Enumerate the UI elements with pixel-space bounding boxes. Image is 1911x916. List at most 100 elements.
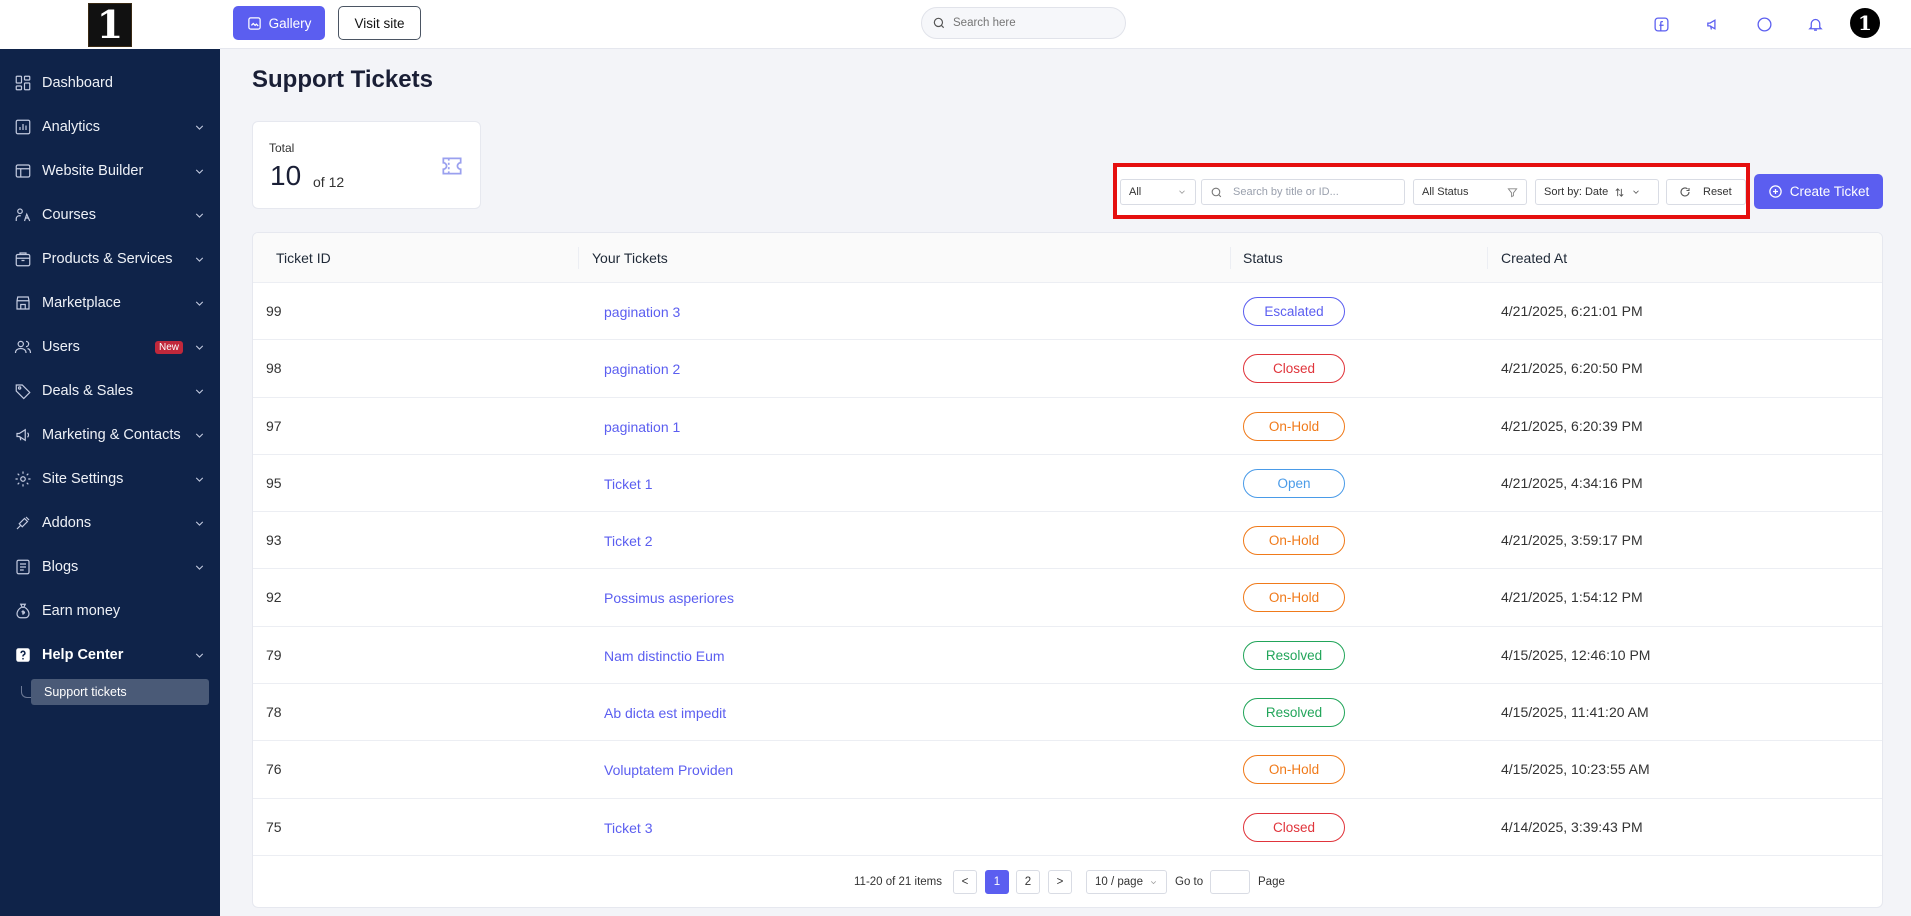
ticket-title-link[interactable]: Ticket 1 — [604, 476, 653, 492]
status-badge: Open — [1243, 468, 1345, 498]
sidebar-item-analytics[interactable]: Analytics — [0, 105, 220, 149]
sidebar-item-site-settings[interactable]: Site Settings — [0, 457, 220, 501]
ticket-title-link[interactable]: Ticket 3 — [604, 820, 653, 836]
megaphone-icon[interactable] — [1698, 9, 1728, 39]
type-select[interactable]: All — [1120, 179, 1196, 205]
chevron-down-icon[interactable] — [192, 296, 206, 310]
sidebar-subitem-support-tickets[interactable]: Support tickets — [31, 679, 209, 705]
page-button-1[interactable]: 1 — [985, 870, 1009, 894]
created-at: 4/21/2025, 1:54:12 PM — [1501, 589, 1643, 606]
sidebar-item-products-services[interactable]: Products & Services — [0, 237, 220, 281]
ticket-id: 99 — [266, 303, 282, 319]
header-status[interactable]: Status — [1243, 250, 1283, 266]
status-badge: On-Hold — [1243, 411, 1345, 441]
table-row: 95 Ticket 1 Open 4/21/2025, 4:34:16 PM — [253, 455, 1882, 513]
status-badge: Escalated — [1243, 297, 1345, 326]
ticket-id: 95 — [266, 474, 282, 491]
bell-icon[interactable] — [1800, 9, 1830, 39]
create-ticket-button[interactable]: Create Ticket — [1754, 174, 1883, 209]
sidebar-item-website-builder[interactable]: Website Builder — [0, 149, 220, 193]
users-icon — [13, 337, 33, 357]
sidebar-item-earn-money[interactable]: Earn money — [0, 589, 220, 633]
table-row: 75 Ticket 3 Closed 4/14/2025, 3:39:43 PM — [253, 799, 1882, 856]
sidebar-item-deals-sales[interactable]: Deals & Sales — [0, 369, 220, 413]
table-row: 99 pagination 3 Escalated 4/21/2025, 6:21:0… — [253, 283, 1882, 341]
ticket-id: 98 — [266, 360, 282, 377]
logo[interactable]: 1 — [88, 2, 132, 47]
page-button-2[interactable]: 2 — [1016, 870, 1040, 894]
visit-site-button[interactable]: Visit site — [338, 6, 421, 40]
header-ticket-id[interactable]: Ticket ID — [276, 250, 331, 266]
chevron-down-icon[interactable] — [192, 560, 206, 574]
page-size-select[interactable]: 10 / page — [1086, 870, 1167, 894]
sidebar-item-addons[interactable]: Addons — [0, 501, 220, 545]
chevron-down-icon[interactable] — [192, 340, 206, 354]
page-size-value: 10 / page — [1095, 876, 1143, 888]
ticket-title-link[interactable]: Ticket 2 — [604, 533, 653, 549]
gallery-button[interactable]: Gallery — [233, 6, 325, 40]
ticket-title-link[interactable]: Ab dicta est impedit — [604, 705, 726, 721]
sort-select-value: Sort by: Date — [1544, 186, 1609, 198]
chevron-down-icon[interactable] — [192, 428, 206, 442]
new-badge: New — [154, 340, 183, 354]
sidebar-item-marketing-contacts[interactable]: Marketing & Contacts — [0, 413, 220, 457]
refresh-icon — [1680, 187, 1690, 197]
stat-value: 10 — [270, 160, 302, 191]
chevron-down-icon[interactable] — [192, 648, 206, 662]
sidebar-item-users[interactable]: Users New — [0, 325, 220, 369]
chevron-down-icon[interactable] — [192, 516, 206, 530]
products-icon — [13, 249, 33, 269]
sidebar-item-label: Dashboard — [42, 75, 113, 91]
status-badge: Resolved — [1243, 698, 1345, 728]
dashboard-icon — [13, 73, 33, 93]
status-badge: Closed — [1243, 354, 1345, 384]
filter-bar: All Search by title or ID... All Status … — [1113, 163, 1750, 219]
status-badge: Resolved — [1243, 640, 1345, 670]
top-search-input[interactable] — [953, 17, 1113, 29]
chevron-down-icon[interactable] — [192, 384, 206, 398]
sidebar-item-blogs[interactable]: Blogs — [0, 545, 220, 589]
sidebar-item-help-center[interactable]: Help Center — [0, 633, 220, 677]
chat-icon[interactable] — [1749, 9, 1779, 39]
deals-icon — [13, 381, 33, 401]
reset-button[interactable]: Reset — [1666, 179, 1746, 205]
sidebar-item-dashboard[interactable]: Dashboard — [0, 61, 220, 105]
ticket-title-link[interactable]: Voluptatem Providen — [604, 762, 733, 778]
created-at: 4/21/2025, 3:59:17 PM — [1501, 532, 1643, 549]
goto-page-input[interactable] — [1210, 870, 1250, 894]
prev-page-button[interactable]: < — [953, 870, 977, 894]
status-select[interactable]: All Status — [1413, 179, 1527, 205]
money-bag-icon — [13, 601, 33, 621]
sidebar-item-marketplace[interactable]: Marketplace — [0, 281, 220, 325]
sidebar-item-label: Deals & Sales — [42, 383, 134, 399]
ticket-title-link[interactable]: Possimus asperiores — [604, 590, 734, 606]
header-your-tickets[interactable]: Your Tickets — [592, 250, 668, 266]
table-row: 92 Possimus asperiores On-Hold 4/21/2025, 1… — [253, 569, 1882, 627]
ticket-search[interactable]: Search by title or ID... — [1201, 179, 1405, 205]
chevron-down-icon[interactable] — [192, 472, 206, 486]
avatar[interactable]: 1 — [1850, 8, 1880, 38]
chevron-down-icon[interactable] — [192, 164, 206, 178]
tickets-table: Ticket ID Your Tickets Status Created At… — [252, 232, 1883, 908]
next-page-button[interactable]: > — [1048, 870, 1072, 894]
create-ticket-label: Create Ticket — [1789, 184, 1870, 199]
blogs-icon — [13, 557, 33, 577]
chevron-down-icon — [1179, 190, 1185, 194]
sort-select[interactable]: Sort by: Date — [1535, 179, 1659, 205]
sidebar-item-label: Courses — [42, 207, 96, 223]
ticket-id: 79 — [266, 646, 282, 663]
search-icon — [933, 17, 945, 29]
ticket-title-link[interactable]: pagination 2 — [604, 361, 680, 377]
sidebar-item-courses[interactable]: Courses — [0, 193, 220, 237]
ticket-id: 97 — [266, 417, 282, 434]
facebook-icon[interactable] — [1646, 9, 1676, 39]
chevron-down-icon[interactable] — [192, 208, 206, 222]
header-created-at[interactable]: Created At — [1501, 250, 1567, 266]
ticket-title-link[interactable]: pagination 1 — [604, 419, 680, 435]
ticket-title-link[interactable]: Nam distinctio Eum — [604, 648, 725, 664]
chevron-down-icon[interactable] — [192, 120, 206, 134]
marketing-icon — [13, 425, 33, 445]
ticket-title-link[interactable]: pagination 3 — [604, 304, 680, 320]
chevron-down-icon[interactable] — [192, 252, 206, 266]
top-search — [921, 7, 1126, 39]
